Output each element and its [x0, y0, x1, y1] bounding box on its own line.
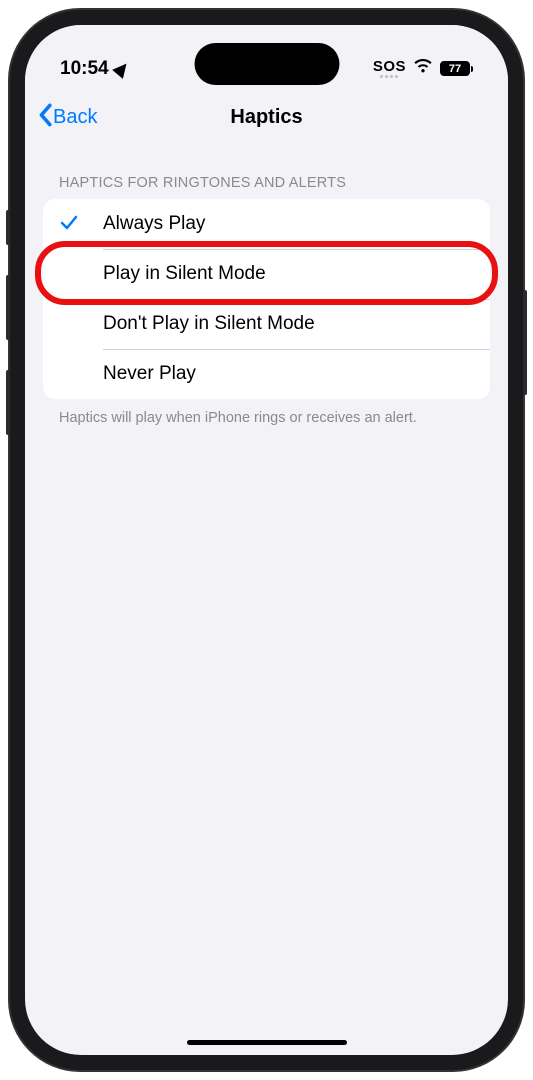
option-label: Always Play — [103, 213, 205, 235]
phone-side-buttons-left — [6, 210, 10, 465]
sos-indicator: SOS — [373, 59, 406, 78]
option-label: Play in Silent Mode — [103, 263, 266, 285]
option-dont-play-silent[interactable]: Don't Play in Silent Mode — [43, 299, 490, 349]
section-footer: Haptics will play when iPhone rings or r… — [43, 399, 490, 429]
location-icon — [112, 59, 132, 79]
option-label: Never Play — [103, 363, 196, 385]
phone-side-buttons-right — [523, 290, 527, 395]
home-indicator[interactable] — [187, 1040, 347, 1045]
option-always-play[interactable]: Always Play — [43, 199, 490, 249]
content: HAPTICS FOR RINGTONES AND ALERTS Always … — [25, 145, 508, 429]
options-list: Always Play Play in Silent Mode Don't Pl… — [43, 199, 490, 399]
nav-bar: Back Haptics — [25, 90, 508, 145]
option-play-silent[interactable]: Play in Silent Mode — [43, 249, 490, 299]
option-never-play[interactable]: Never Play — [43, 349, 490, 399]
battery-percent: 77 — [449, 63, 461, 75]
section-header: HAPTICS FOR RINGTONES AND ALERTS — [43, 175, 490, 199]
back-label: Back — [53, 106, 97, 129]
option-label: Don't Play in Silent Mode — [103, 313, 315, 335]
checkmark-icon — [59, 212, 79, 237]
back-button[interactable]: Back — [37, 103, 97, 133]
status-left: 10:54 — [60, 58, 129, 80]
page-title: Haptics — [230, 106, 302, 129]
chevron-left-icon — [37, 103, 53, 133]
phone-frame: 10:54 SOS 77 — [10, 10, 523, 1070]
battery-indicator: 77 — [440, 61, 473, 76]
dynamic-island — [194, 43, 339, 85]
wifi-icon — [413, 58, 433, 80]
status-right: SOS 77 — [373, 58, 473, 80]
screen: 10:54 SOS 77 — [25, 25, 508, 1055]
status-time: 10:54 — [60, 58, 109, 80]
